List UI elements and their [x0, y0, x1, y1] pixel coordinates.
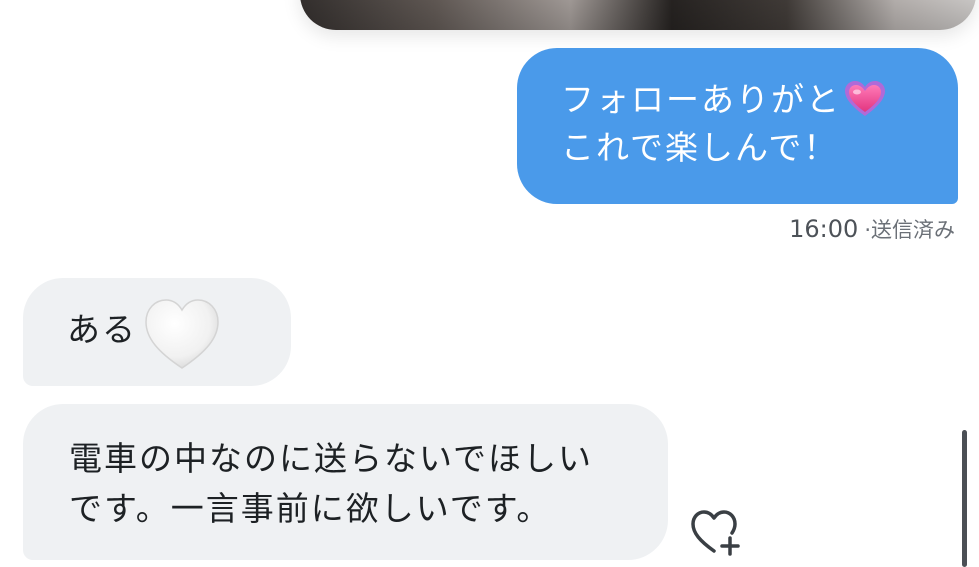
sent-message-bubble[interactable]: フォローありがと これで楽しんで！: [517, 48, 958, 204]
growing-heart-icon: [845, 81, 885, 116]
sent-message-line-1: フォローありがと: [561, 76, 918, 124]
received-message-line-1: 電車の中なのに送らないでほしい: [69, 439, 594, 478]
sent-message-meta: 16:00 ·送信済み: [789, 214, 955, 244]
dm-conversation-screen: フォローありがと これで楽しんで！ 16:00·送信済み あるね: [0, 0, 979, 567]
add-reaction-button[interactable]: [690, 508, 744, 556]
heart-plus-icon: [691, 510, 740, 556]
scrollbar[interactable]: [962, 430, 967, 567]
sent-message-time: 16:00: [789, 215, 859, 243]
image-attachment-shade: [300, 0, 976, 30]
received-message-line-2: です。一言事前に欲しいです。: [69, 489, 552, 528]
received-message-bubble[interactable]: 電車の中なのに送らないでほしい です。一言事前に欲しいです。: [23, 404, 668, 560]
sent-message-line-2: これで楽しんで！: [561, 128, 839, 167]
white-heart-icon: [145, 299, 219, 369]
image-attachment[interactable]: [300, 0, 976, 30]
sent-message-status: ·送信済み: [864, 218, 955, 242]
